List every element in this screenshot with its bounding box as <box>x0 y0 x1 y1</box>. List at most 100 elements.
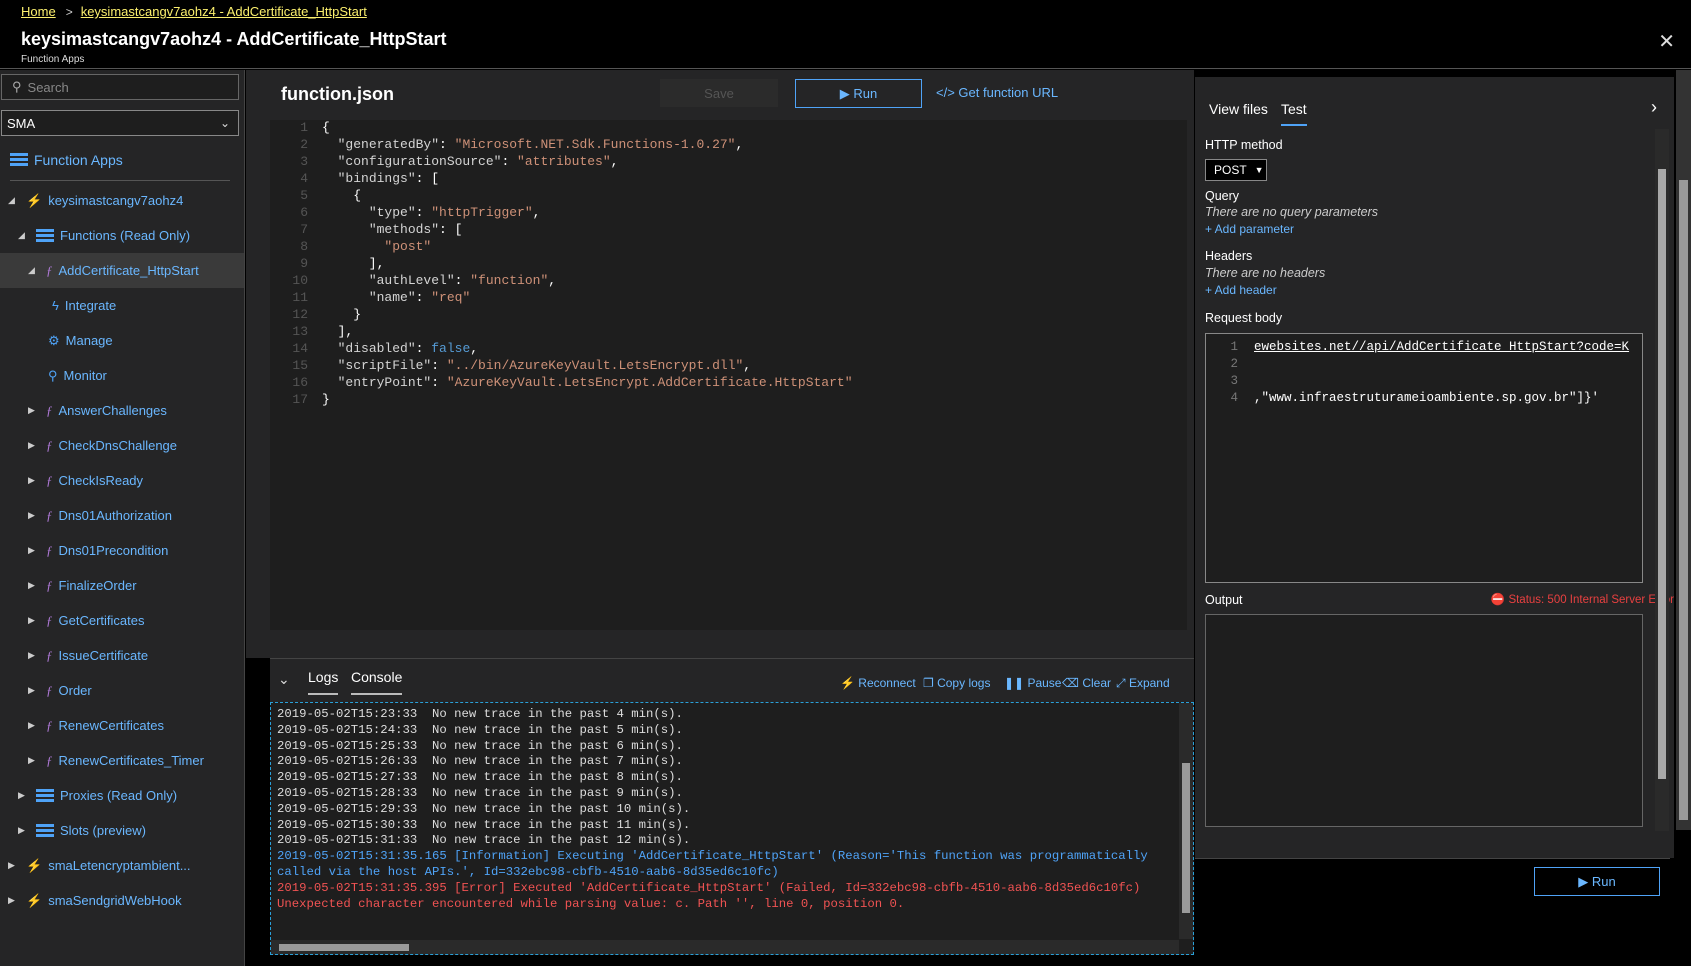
test-panel-scrollbar[interactable] <box>1655 129 1669 831</box>
search-input[interactable] <box>27 79 218 95</box>
run-button[interactable]: ▶ Run <box>795 79 922 108</box>
sidebar-item-label: AddCertificate_HttpStart <box>58 263 199 278</box>
line-number: 14 <box>292 341 308 356</box>
sidebar-item-label: Proxies (Read Only) <box>60 788 178 803</box>
reconnect-button[interactable]: ⚡ Reconnect <box>840 676 916 690</box>
function-apps-label: Function Apps <box>34 152 123 168</box>
output-box[interactable] <box>1205 614 1643 827</box>
close-icon[interactable]: ✕ <box>1658 29 1675 54</box>
http-method-select[interactable]: POST ▼ <box>1205 159 1267 181</box>
status-text: Status: 500 Internal Server Error <box>1508 594 1674 606</box>
log-vertical-scrollbar[interactable] <box>1179 703 1193 939</box>
query-label: Query <box>1205 189 1240 203</box>
test-run-button[interactable]: ▶ Run <box>1534 867 1660 896</box>
pause-label: Pause <box>1027 676 1062 690</box>
caret-right-icon: ▶ <box>28 615 35 625</box>
caret-right-icon: ▶ <box>18 825 25 835</box>
sidebar-item-label: Integrate <box>64 298 117 313</box>
chevron-down-icon[interactable]: ⌄ <box>278 671 290 688</box>
expand-button[interactable]: ⤢ Expand <box>1116 676 1170 691</box>
line-number: 8 <box>300 239 308 254</box>
line-number: 1 <box>1230 340 1238 354</box>
sidebar-item-proxies[interactable]: ▶ Proxies (Read Only) <box>18 778 177 813</box>
request-body-label: Request body <box>1205 311 1283 325</box>
tab-logs[interactable]: Logs <box>308 669 339 695</box>
sidebar-item-manage[interactable]: ⚙ Manage <box>42 323 113 358</box>
copy-logs-button[interactable]: ❐ Copy logs <box>923 676 990 690</box>
line-number: 3 <box>1230 374 1238 388</box>
log-output[interactable]: 2019-05-02T15:23:33 No new trace in the … <box>270 702 1194 955</box>
sidebar-item-issuecertificate[interactable]: ▶ ƒ IssueCertificate <box>28 638 148 673</box>
function-icon: ƒ <box>46 682 53 698</box>
page-scrollbar[interactable] <box>1676 70 1691 830</box>
save-button[interactable]: Save <box>660 79 778 107</box>
pause-button[interactable]: ❚❚ Pause <box>1004 676 1061 690</box>
sidebar-item-addcertificate-httpstart[interactable]: ◢ ƒ AddCertificate_HttpStart <box>0 253 244 288</box>
breadcrumb-current-link[interactable]: keysimastcangv7aohz4 - AddCertificate_Ht… <box>81 4 367 19</box>
sidebar-item-dns01authorization[interactable]: ▶ ƒ Dns01Authorization <box>28 498 172 533</box>
function-apps-header[interactable]: Function Apps <box>10 152 123 168</box>
blade-header: keysimastcangv7aohz4 - AddCertificate_Ht… <box>0 23 1691 69</box>
sidebar-item-checkdnschallenge[interactable]: ▶ ƒ CheckDnsChallenge <box>28 428 177 463</box>
caret-right-icon: ▶ <box>28 545 35 555</box>
request-body-editor[interactable]: 1 ewebsites.net//api/AddCertificate_HttpS… <box>1205 333 1643 583</box>
sidebar-item-functions[interactable]: ◢ Functions (Read Only) <box>18 218 190 253</box>
line-number: 4 <box>1230 391 1238 405</box>
sidebar-item-function-app[interactable]: ◢ ⚡ keysimastcangv7aohz4 <box>8 183 183 218</box>
caret-right-icon: ▶ <box>28 755 35 765</box>
sidebar-item-order[interactable]: ▶ ƒ Order <box>28 673 92 708</box>
test-panel: View files Test › HTTP method POST ▼ Que… <box>1195 77 1674 858</box>
function-icon: ƒ <box>46 717 53 733</box>
line-number: 6 <box>300 205 308 220</box>
breadcrumb-home-link[interactable]: Home <box>21 4 56 19</box>
sidebar-item-integrate[interactable]: ϟ Integrate <box>46 288 116 323</box>
tab-view-files[interactable]: View files <box>1209 101 1268 117</box>
sidebar-item-label: Order <box>58 683 92 698</box>
sidebar-item-smaletencrypt[interactable]: ▶ ⚡ smaLetencryptambient... <box>8 848 191 883</box>
sidebar-item-dns01precondition[interactable]: ▶ ƒ Dns01Precondition <box>28 533 168 568</box>
sidebar-item-renewcertificates-timer[interactable]: ▶ ƒ RenewCertificates_Timer <box>28 743 204 778</box>
log-line: 2019-05-02T15:25:33 No new trace in the … <box>277 738 683 753</box>
code-text: "generatedBy": "Microsoft.NET.Sdk.Functi… <box>337 137 744 152</box>
sidebar-item-renewcertificates[interactable]: ▶ ƒ RenewCertificates <box>28 708 164 743</box>
sidebar-item-monitor[interactable]: ⚲ Monitor <box>42 358 107 393</box>
code-text: "methods": [ <box>368 222 463 237</box>
get-function-url-link[interactable]: </> Get function URL <box>936 85 1058 100</box>
search-box: ⚲ <box>1 74 239 100</box>
log-horizontal-scrollbar[interactable] <box>271 940 1179 954</box>
sidebar-item-getcertificates[interactable]: ▶ ƒ GetCertificates <box>28 603 144 638</box>
file-title: function.json <box>281 84 394 104</box>
add-header-link[interactable]: + Add header <box>1205 283 1277 297</box>
sidebar-item-label: CheckIsReady <box>58 473 144 488</box>
tab-console[interactable]: Console <box>351 669 403 695</box>
code-text: { <box>322 188 362 203</box>
code-text: "name": "req" <box>368 290 471 305</box>
sidebar-item-smasendgrid[interactable]: ▶ ⚡ smaSendgridWebHook <box>8 883 182 918</box>
code-editor[interactable]: 1 {2 "generatedBy": "Microsoft.NET.Sdk.Fu… <box>270 120 1187 630</box>
copy-icon: ❐ <box>923 676 938 690</box>
sidebar-item-slots[interactable]: ▶ Slots (preview) <box>18 813 146 848</box>
headers-empty-text: There are no headers <box>1205 266 1326 280</box>
add-parameter-link[interactable]: + Add parameter <box>1205 222 1294 236</box>
chevron-right-icon[interactable]: › <box>1651 97 1657 118</box>
sidebar-item-answerchallenges[interactable]: ▶ ƒ AnswerChallenges <box>28 393 167 428</box>
line-number: 5 <box>300 188 308 203</box>
sidebar-item-label: Manage <box>65 333 113 348</box>
clear-button[interactable]: ⌫ Clear <box>1062 676 1111 690</box>
http-method-label: HTTP method <box>1205 138 1283 152</box>
tab-test[interactable]: Test <box>1281 101 1307 126</box>
function-icon: ƒ <box>46 647 53 663</box>
caret-down-icon: ◢ <box>28 265 35 275</box>
sidebar-item-label: smaSendgridWebHook <box>48 893 182 908</box>
caret-right-icon: ▶ <box>28 510 35 520</box>
sidebar-item-label: FinalizeOrder <box>58 578 137 593</box>
sidebar-item-label: Functions (Read Only) <box>60 228 191 243</box>
search-icon: ⚲ <box>48 367 58 383</box>
function-icon: ƒ <box>46 437 53 453</box>
sidebar-item-finalizeorder[interactable]: ▶ ƒ FinalizeOrder <box>28 568 137 603</box>
sidebar: ⚲ SMA ⌄ Function Apps ◢ ⚡ keysimastcangv… <box>0 70 245 966</box>
caret-right-icon: ▶ <box>28 475 35 485</box>
sidebar-item-checkisready[interactable]: ▶ ƒ CheckIsReady <box>28 463 143 498</box>
subscription-select[interactable]: SMA ⌄ <box>1 110 239 136</box>
line-number: 16 <box>292 375 308 390</box>
